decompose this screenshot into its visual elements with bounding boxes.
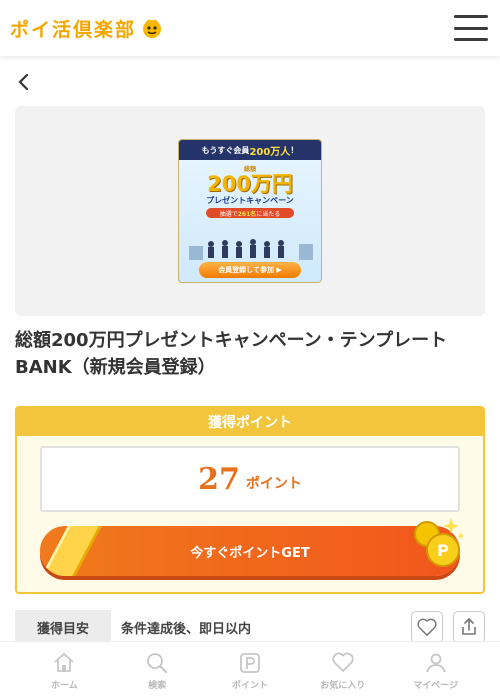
nav-label-favorites: お気に入り (320, 681, 366, 691)
points-value: 27 (198, 461, 240, 497)
user-icon (426, 653, 445, 673)
banner-area: もうすぐ会員 200万人 ！ 総額 200万円 プレゼントキャンペーン 抽選で … (15, 106, 485, 316)
campaign-banner[interactable]: もうすぐ会員 200万人 ！ 総額 200万円 プレゼントキャンペーン 抽選で … (178, 139, 322, 283)
heart-icon (332, 652, 354, 672)
svg-text:P: P (437, 541, 449, 560)
favorite-button[interactable] (411, 611, 443, 643)
nav-label-search: 検索 (148, 681, 167, 691)
banner-top-suffix: ！ (290, 145, 299, 155)
logo-mascot-icon (143, 19, 162, 38)
banner-top-prefix: もうすぐ会員 (201, 145, 250, 155)
heart-icon (417, 618, 437, 636)
coins-icon: P (414, 518, 465, 567)
button-stripe-decoration (40, 526, 106, 576)
nav-item-mypage[interactable]: マイページ (401, 651, 471, 691)
point-icon (240, 653, 260, 673)
banner-top-text: もうすぐ会員 200万人 ！ (179, 140, 321, 160)
info-value: 条件達成後、即日以内 (121, 621, 252, 637)
banner-big-text: 200万円 (207, 172, 293, 196)
nav-label-points: ポイント (231, 681, 268, 691)
nav-label-mypage: マイページ (413, 681, 458, 691)
logo-text: ポイ活倶楽部 (10, 18, 137, 41)
get-points-label: 今すぐポイントGET (190, 545, 310, 561)
nav-item-search[interactable]: 検索 (122, 651, 192, 691)
nav-item-favorites[interactable]: お気に入り (308, 651, 378, 691)
hamburger-menu-icon[interactable] (454, 15, 488, 41)
search-icon (147, 653, 168, 673)
banner-pill-highlight: 261名 (237, 210, 257, 218)
logo[interactable]: ポイ活倶楽部 (10, 15, 164, 42)
bottom-navigation: ホーム 検索 ポイント お気に入り マイページ (0, 641, 500, 700)
nav-label-home: ホーム (51, 681, 78, 691)
banner-pill-prefix: 抽選で (219, 210, 238, 218)
banner-people-illustration (189, 239, 313, 260)
points-unit: ポイント (245, 476, 302, 492)
share-icon (462, 618, 476, 635)
points-card-header: 獲得ポイント (17, 408, 483, 436)
banner-pill-suffix: に当たる (256, 210, 281, 218)
page-title: 総額200万円プレゼントキャンペーン・テンプレートBANK（新規会員登録） (15, 330, 448, 378)
banner-top-highlight: 200万人 (249, 146, 291, 158)
share-button[interactable] (453, 611, 485, 643)
banner-sub-text: プレゼントキャンペーン (206, 196, 294, 205)
menu-line (454, 26, 488, 30)
menu-line (454, 15, 488, 18)
banner-join-button[interactable]: 会員登録して参加 ▶ (199, 262, 301, 278)
app-header: ポイ活倶楽部 (0, 0, 500, 56)
points-card: 獲得ポイント 27 ポイント 今すぐポイントGET P (15, 406, 485, 594)
banner-pill: 抽選で 261名 に当たる (206, 208, 294, 218)
info-label: 獲得目安 (15, 610, 111, 644)
nav-item-points[interactable]: ポイント (215, 651, 285, 691)
points-box: 27 ポイント (40, 446, 460, 512)
chevron-left-icon[interactable] (14, 70, 34, 94)
menu-line (454, 38, 488, 41)
get-points-button[interactable]: 今すぐポイントGET (40, 526, 460, 576)
home-icon (54, 653, 74, 672)
nav-item-home[interactable]: ホーム (29, 651, 99, 691)
